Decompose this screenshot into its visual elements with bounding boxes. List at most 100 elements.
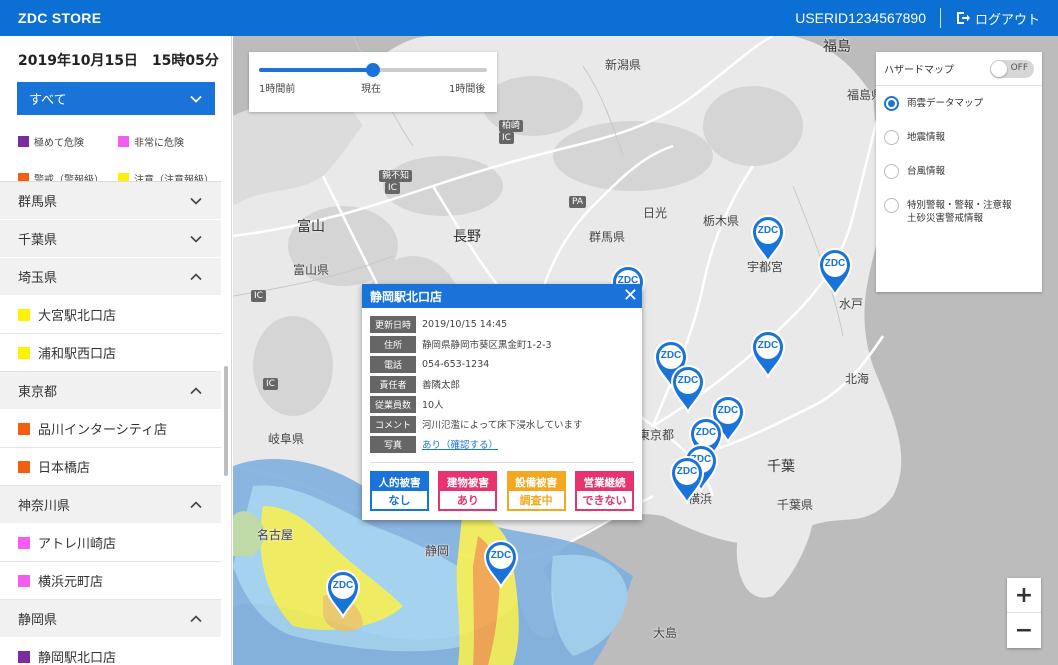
risk-swatch [18,650,30,663]
header-right: USERID1234567890 ログアウト [795,0,1040,36]
map-label-chiba: 千葉 [767,459,795,475]
pin-label: ZDC [757,340,779,351]
app-window: ZDC STORE USERID1234567890 ログアウト 2019年10… [0,0,1058,665]
damage-value: あり [440,491,496,509]
damage-badge: 設備被害 調査中 [506,471,566,511]
store-label: 品川インターシティ店 [38,423,167,438]
zoom-in-button[interactable]: + [1007,578,1041,613]
legend-swatch [18,136,29,147]
store-list-item[interactable]: 品川インターシティ店 [0,410,221,448]
pin-label: ZDC [824,258,846,269]
store-label: 浦和駅西口店 [38,347,117,362]
hazard-option-label: 特別警報・警報・注意報 土砂災害警戒情報 [907,200,1012,224]
popup-info: 更新日時 2019/10/15 14:45 住所 静岡県静岡市葵区黒金町1-2-3 電話… [362,308,642,454]
store-pin-icon[interactable]: ZDC [748,211,788,263]
store-list-item[interactable]: アトレ川崎店 [0,524,221,562]
prefecture-label: 群馬県 [18,195,58,210]
pin-label: ZDC [677,375,699,386]
popup-header: 静岡駅北口店 ✕ [362,284,642,308]
store-list-item[interactable]: 浦和駅西口店 [0,334,221,372]
legend-item: 非常に危険 [118,127,218,156]
store-list-item[interactable]: 横浜元町店 [0,562,221,600]
sidebar-scrollbar[interactable] [224,366,228,476]
hazard-option-label: 雨雲データマップ [907,98,984,109]
info-key: コメント [370,415,416,433]
prefecture-header[interactable]: 神奈川県 [0,486,221,524]
brand-logo: ZDC STORE [18,10,102,26]
store-label: 大宮駅北口店 [38,309,117,324]
close-icon[interactable]: ✕ [623,287,638,305]
store-pin-icon[interactable]: ZDC [667,452,707,504]
risk-swatch [18,574,30,587]
pin-label: ZDC [332,580,354,591]
damage-value: なし [372,491,427,509]
pin-label: ZDC [695,427,717,438]
hazard-option-label: 地震情報 [907,132,946,143]
chevron-down-icon [189,194,203,208]
chevron-up-icon [189,270,203,284]
risk-swatch [18,308,30,321]
store-list-item[interactable]: 静岡駅北口店 [0,638,221,665]
map-view[interactable]: 福島 新潟県 福島県 栃木県 群馬県 宇都宮 水戸 富山 富山県 長野 岐阜県 … [233,36,1058,665]
prefecture-label: 千葉県 [18,233,58,248]
time-slider-track[interactable] [259,63,487,77]
info-value: 054-653-1234 [422,358,490,370]
radio-button[interactable] [884,96,899,111]
info-row: コメント 河川氾濫によって床下浸水しています [370,414,634,434]
store-pin-icon[interactable]: ZDC [668,361,708,413]
prefecture-header[interactable]: 千葉県 [0,220,221,258]
hazard-option[interactable]: 特別警報・警報・注意報 土砂災害警戒情報 [876,198,1042,232]
time-label-after: 1時間後 [449,84,486,95]
prefecture-header[interactable]: 東京都 [0,372,221,410]
damage-value: できない [576,491,632,509]
store-label: アトレ川崎店 [38,537,117,552]
store-pin-icon[interactable]: ZDC [481,536,521,588]
area-select-dropdown[interactable]: すべて [17,82,215,115]
prefecture-header[interactable]: 群馬県 [0,182,221,220]
time-label-before: 1時間前 [259,84,296,95]
prefecture-header[interactable]: 埼玉県 [0,258,221,296]
store-list-item[interactable]: 大宮駅北口店 [0,296,221,334]
map-label-nagano: 長野 [453,229,481,245]
damage-badge: 人的被害 なし [370,471,429,511]
road-sign-ic-4: IC [263,378,278,390]
hazard-toggle[interactable]: OFF [990,59,1034,78]
radio-button[interactable] [884,164,899,179]
legend-label: 非常に危険 [134,138,184,149]
hazard-map-panel: ハザードマップ OFF 雨雲データマップ 地震情報 台風情報 特別警報・警報・注意報 … [876,52,1042,292]
damage-badge: 建物被害 あり [438,471,498,511]
damage-title: 人的被害 [372,473,427,491]
hazard-options: 雨雲データマップ 地震情報台風情報 特別警報・警報・注意報 土砂災害警戒情報 [876,86,1042,232]
zoom-control: + − [1007,578,1041,648]
prefecture-header[interactable]: 静岡県 [0,600,221,638]
hazard-option[interactable]: 台風情報 [876,164,1042,198]
info-value: 河川氾濫によって床下浸水しています [422,420,583,431]
damage-badge: 営業継続 できない [574,471,634,511]
store-label: 日本橋店 [38,461,91,476]
hazard-option[interactable]: 地震情報 [876,130,1042,164]
map-label-chiba-pref: 千葉県 [777,498,814,512]
road-sign-kashiwazaki: 柏崎 [499,120,524,132]
damage-title: 建物被害 [440,473,496,491]
current-datetime: 2019年10月15日 15時05分 [18,53,219,69]
hazard-option[interactable]: 雨雲データマップ [876,96,1042,130]
zoom-out-button[interactable]: − [1007,613,1041,648]
info-row: 責任者 善隣太郎 [370,374,634,394]
damage-value: 調査中 [508,491,564,509]
store-pin-icon[interactable]: ZDC [748,326,788,378]
radio-button[interactable] [884,198,899,213]
chevron-up-icon [189,612,203,626]
store-list-item[interactable]: 日本橋店 [0,448,221,486]
store-pin-icon[interactable]: ZDC [815,244,855,296]
logout-button[interactable]: ログアウト [955,9,1040,28]
photo-link[interactable]: あり（確認する） [422,437,498,451]
radio-button[interactable] [884,130,899,145]
time-slider-handle[interactable] [366,63,380,77]
info-key: 写真 [370,435,416,453]
time-slider-fill [259,68,373,72]
store-pin-icon[interactable]: ZDC [323,566,363,618]
map-label-oshima: 大島 [653,626,678,640]
map-label-toyama-pref: 富山県 [293,263,330,277]
info-value: 10人 [422,400,444,411]
map-label-niigata: 新潟県 [605,58,642,72]
